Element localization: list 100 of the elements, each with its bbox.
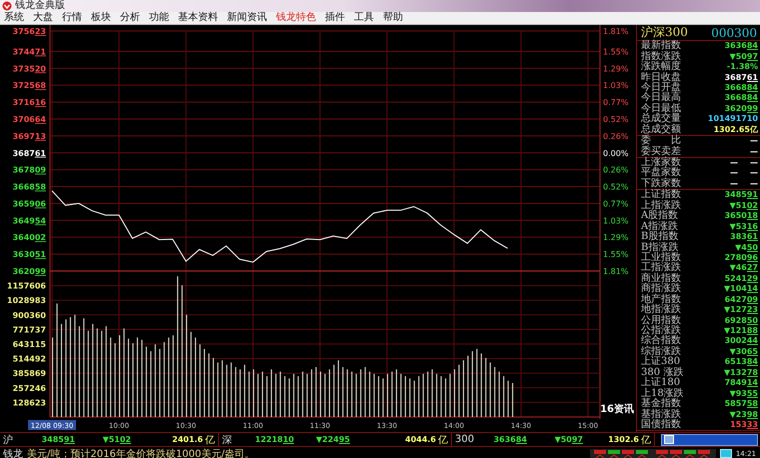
index-change: ▼22495 bbox=[315, 435, 350, 444]
quote-value: — bbox=[750, 158, 758, 168]
percent-axis-label: 1.03% bbox=[603, 81, 628, 90]
quote-label: 今日最低 bbox=[641, 104, 681, 114]
menu-item[interactable]: 基本资料 bbox=[178, 12, 218, 24]
volume-axis-label: 1028983 bbox=[7, 296, 46, 306]
menu-item[interactable]: 新闻资讯 bbox=[227, 12, 267, 24]
toolbar-button[interactable] bbox=[661, 434, 758, 446]
menu-item[interactable]: 钱龙特色 bbox=[276, 12, 316, 24]
price-axis-label: 371616 bbox=[12, 98, 46, 108]
volume-axis-label: 1157606 bbox=[7, 282, 46, 291]
quote-label: 委买卖差 bbox=[641, 146, 681, 157]
quote-label: 最新指数 bbox=[641, 41, 681, 52]
quote-value: — bbox=[750, 178, 758, 189]
quote-value: 524129 bbox=[724, 274, 758, 284]
quote-value: -1.38% bbox=[726, 62, 758, 72]
quote-value: ▼4627 bbox=[730, 263, 758, 274]
quote-value: 365018 bbox=[724, 211, 758, 222]
percent-axis-label: 1.29% bbox=[603, 233, 628, 242]
quote-label: 基金指数 bbox=[641, 399, 681, 410]
volume-axis-label: 900360 bbox=[12, 310, 46, 320]
turnover-amount: 4044.6 bbox=[405, 435, 436, 444]
quote-label: 国债指数 bbox=[641, 420, 681, 430]
quote-value: 651384 bbox=[724, 357, 758, 368]
quote-value: ▼5102 bbox=[730, 200, 758, 211]
menu-item[interactable]: 大盘 bbox=[33, 12, 53, 24]
quote-value: 101491710 bbox=[708, 114, 758, 124]
menu-item[interactable]: 插件 bbox=[325, 12, 345, 24]
quote-value: ▼5097 bbox=[730, 52, 758, 62]
index-change: ▼5102 bbox=[102, 435, 131, 444]
index-value: 363684 bbox=[492, 435, 527, 444]
volume-axis-label: 771737 bbox=[12, 325, 46, 334]
turnover-amount: 2401.6 bbox=[172, 435, 203, 444]
news-source: 钱龙 bbox=[3, 448, 23, 458]
quote-label: 上指涨跌 bbox=[641, 200, 681, 211]
quote-label: 下跌家数 bbox=[641, 178, 681, 189]
index-name: 沪深300 bbox=[641, 24, 688, 40]
window-icon bbox=[664, 435, 674, 444]
percent-axis-label: 1.81% bbox=[603, 27, 628, 36]
quote-label: 综合指数 bbox=[641, 336, 681, 346]
menu-item[interactable]: 分析 bbox=[120, 12, 140, 24]
quote-value: 366884 bbox=[724, 93, 758, 104]
menu-item[interactable]: 工具 bbox=[354, 12, 374, 24]
price-axis-label: 373520 bbox=[12, 64, 46, 74]
index-value: 348591 bbox=[40, 435, 75, 444]
quote-value: 366884 bbox=[724, 82, 758, 93]
menu-item[interactable]: 功能 bbox=[149, 12, 169, 24]
quote-label: 上证380 bbox=[641, 357, 680, 368]
percent-axis-label: 0.77% bbox=[603, 199, 628, 208]
price-axis-label: 364954 bbox=[12, 216, 46, 226]
percent-axis-label: 0.77% bbox=[603, 98, 628, 108]
price-axis-label: 369713 bbox=[12, 132, 46, 141]
quote-label: 工指涨跌 bbox=[641, 263, 681, 274]
price-axis-label: 367809 bbox=[12, 166, 46, 175]
percent-axis-label: 1.03% bbox=[603, 216, 628, 226]
volume-axis-label: 257246 bbox=[12, 384, 46, 393]
quote-label: 总成交额 bbox=[641, 124, 681, 135]
quote-label: A指涨跌 bbox=[641, 222, 678, 232]
quote-label: 基指涨跌 bbox=[641, 410, 681, 420]
quote-value: 692850 bbox=[724, 316, 758, 326]
percent-axis-label: 1.55% bbox=[603, 250, 628, 260]
quote-label: B指涨跌 bbox=[641, 242, 678, 253]
menu-item[interactable]: 行情 bbox=[62, 12, 82, 24]
price-axis-label: 375623 bbox=[12, 27, 46, 36]
quote-label: 公用指数 bbox=[641, 316, 681, 326]
quote-value: 1302.65亿 bbox=[714, 124, 758, 135]
quote-label: B股指数 bbox=[641, 232, 678, 242]
quote-value: ▼2398 bbox=[730, 410, 758, 420]
quote-value: 15333 bbox=[730, 420, 758, 430]
price-axis-label: 362099 bbox=[12, 267, 46, 276]
news-ticker: 美元/吨；预计2016年金价将跌破1000美元/盎司。 bbox=[27, 448, 256, 458]
volume-axis-label: 643115 bbox=[12, 340, 46, 349]
percent-axis-label: 0.00% bbox=[603, 148, 628, 158]
quote-value: ▼3065 bbox=[730, 346, 758, 357]
market-label: 沪 bbox=[3, 434, 14, 446]
menu-item[interactable]: 系统 bbox=[4, 12, 24, 24]
quote-value: 38361 bbox=[730, 232, 758, 242]
price-axis-label: 363051 bbox=[12, 250, 46, 260]
quote-value: — bbox=[730, 158, 738, 168]
quote-value: 278096 bbox=[724, 252, 758, 263]
percent-axis-label: 0.26% bbox=[603, 166, 628, 175]
percent-axis-label: 1.29% bbox=[603, 64, 628, 74]
quote-label: 工业指数 bbox=[641, 252, 681, 263]
quote-label: 上18涨跌 bbox=[641, 388, 684, 399]
monitor-icon[interactable] bbox=[720, 449, 732, 458]
percent-axis-label: 1.81% bbox=[603, 267, 628, 276]
quote-label: 昨日收盘 bbox=[641, 72, 681, 83]
percent-axis-label: 1.55% bbox=[603, 47, 628, 56]
news-badge[interactable]: 16资讯 bbox=[600, 404, 634, 415]
menu-item[interactable]: 板块 bbox=[91, 12, 111, 24]
menu-item[interactable]: 帮助 bbox=[383, 12, 403, 24]
index-change: ▼5097 bbox=[554, 435, 583, 444]
price-axis-label: 368761 bbox=[12, 148, 46, 158]
quote-value: ▼10414 bbox=[724, 284, 758, 294]
quote-value: ▼450 bbox=[735, 242, 758, 253]
quote-value: 363684 bbox=[724, 41, 758, 52]
logo-icon bbox=[2, 1, 12, 11]
quote-value: ▼12188 bbox=[724, 326, 758, 336]
price-axis-label: 365906 bbox=[12, 199, 46, 208]
quote-label: 上证指数 bbox=[641, 190, 681, 200]
